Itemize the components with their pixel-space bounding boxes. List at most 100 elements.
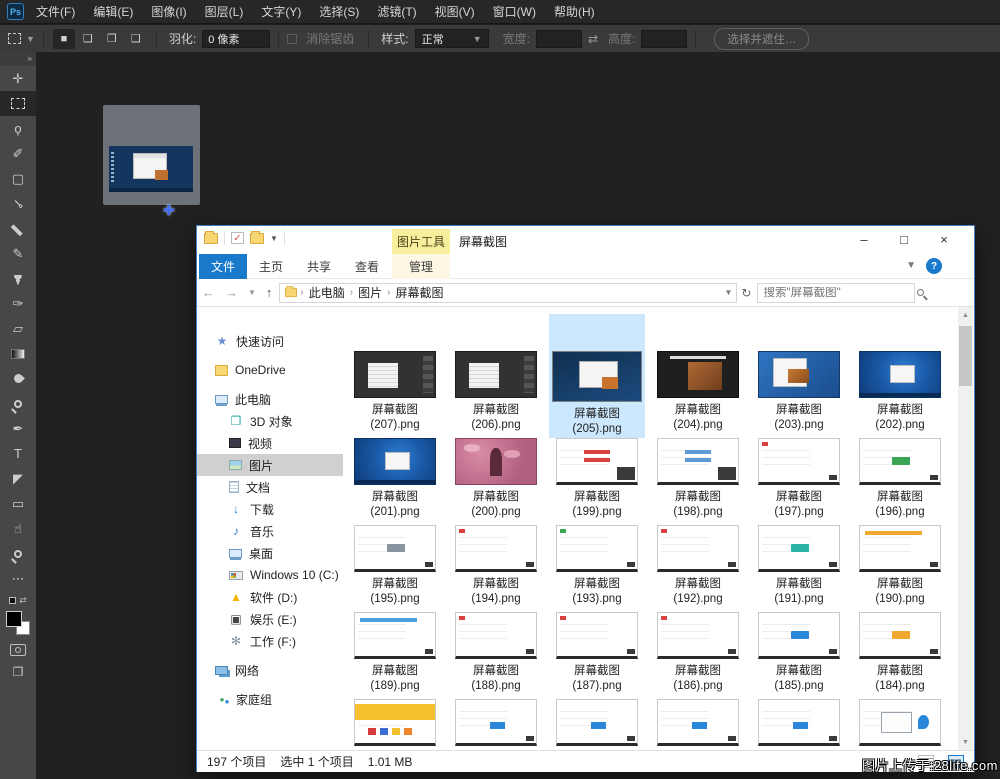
refresh-icon[interactable]: ↻ [741, 286, 751, 300]
file-item[interactable]: 屏幕截图(185).png [751, 612, 847, 699]
recent-locations-chevron-icon[interactable]: ▼ [248, 288, 256, 297]
new-selection-button[interactable]: ■ [53, 29, 75, 49]
sidebar-item-folder[interactable]: OneDrive [197, 359, 343, 381]
lasso-tool[interactable]: ϙ [0, 116, 36, 141]
menu-item[interactable]: 选择(S) [317, 1, 361, 22]
sidebar-item-video[interactable]: 视频 [197, 432, 343, 454]
more-tools[interactable]: ⋯ [0, 566, 36, 591]
brush-tool[interactable]: ✎ [0, 241, 36, 266]
foreground-background-swatches[interactable] [6, 611, 30, 635]
file-item[interactable] [852, 699, 948, 750]
file-item[interactable]: 屏幕截图(202).png [852, 351, 948, 438]
eyedropper-tool[interactable]: ⊸ [0, 191, 36, 216]
file-item[interactable]: 屏幕截图(207).png [347, 351, 443, 438]
sidebar-item-star[interactable]: 快速访问 [197, 330, 343, 352]
clone-stamp-tool[interactable]: ♟ [0, 266, 36, 291]
folder-icon[interactable] [204, 233, 218, 244]
height-input[interactable] [641, 30, 687, 48]
search-box[interactable] [757, 283, 915, 303]
screen-mode-button[interactable]: ❐ [13, 665, 24, 679]
up-icon[interactable]: ↑ [266, 285, 273, 300]
file-item[interactable]: 屏幕截图(192).png [650, 525, 746, 612]
path-selection-tool[interactable]: ◤ [0, 466, 36, 491]
file-item[interactable] [650, 699, 746, 750]
feather-input[interactable] [202, 30, 270, 48]
add-to-selection-button[interactable]: ❏ [77, 29, 99, 49]
eraser-tool[interactable]: ▱ [0, 316, 36, 341]
rectangle-tool[interactable]: ▭ [0, 491, 36, 516]
file-item[interactable]: 屏幕截图(191).png [751, 525, 847, 612]
foreground-color-swatch[interactable] [6, 611, 22, 627]
move-tool[interactable]: ✛ [0, 66, 36, 91]
tab-home[interactable]: 主页 [247, 254, 295, 279]
maximize-button[interactable]: □ [884, 226, 924, 252]
sidebar-item-download[interactable]: 下载 [197, 498, 343, 520]
file-item[interactable]: 屏幕截图(199).png [549, 438, 645, 525]
file-item[interactable]: 屏幕截图(186).png [650, 612, 746, 699]
hand-tool[interactable]: ☝ [0, 516, 36, 541]
address-dropdown-chevron-icon[interactable]: ▼ [725, 288, 733, 297]
close-button[interactable]: × [924, 226, 964, 252]
history-brush-tool[interactable]: ✑ [0, 291, 36, 316]
canvas-board[interactable] [103, 105, 200, 205]
file-item[interactable] [347, 699, 443, 750]
file-item[interactable]: 屏幕截图(196).png [852, 438, 948, 525]
intersect-selection-button[interactable]: ❑ [125, 29, 147, 49]
menu-item[interactable]: 文件(F) [34, 1, 77, 22]
crop-tool[interactable]: ▢ [0, 166, 36, 191]
zoom-tool[interactable] [0, 541, 36, 566]
file-item[interactable]: 屏幕截图(198).png [650, 438, 746, 525]
sidebar-item-drive-gdrive[interactable]: 软件 (D:) [197, 586, 343, 608]
sidebar-item-drive-work[interactable]: 工作 (F:) [197, 630, 343, 652]
collapse-panel-icon[interactable]: » [0, 52, 36, 66]
sidebar-item-3d[interactable]: 3D 对象 [197, 410, 343, 432]
quick-selection-tool[interactable]: ✐ [0, 141, 36, 166]
sidebar-item-drive-win[interactable]: Windows 10 (C:) [197, 564, 343, 586]
breadcrumb-this-pc[interactable]: 此电脑 [309, 284, 345, 301]
file-item[interactable] [549, 699, 645, 750]
spot-healing-brush-tool[interactable]: ▬ [0, 216, 36, 241]
file-item[interactable]: 屏幕截图(187).png [549, 612, 645, 699]
sidebar-item-desktop[interactable]: 桌面 [197, 542, 343, 564]
sidebar-item-drive-media[interactable]: 娱乐 (E:) [197, 608, 343, 630]
file-item[interactable]: 屏幕截图(200).png [448, 438, 544, 525]
menu-item[interactable]: 视图(V) [433, 1, 477, 22]
search-input[interactable] [763, 287, 917, 299]
tab-view[interactable]: 查看 [343, 254, 391, 279]
sidebar-item-pc[interactable]: 此电脑 [197, 388, 343, 410]
forward-icon[interactable]: → [225, 285, 238, 300]
tab-file[interactable]: 文件 [199, 254, 247, 279]
file-item[interactable]: 屏幕截图(189).png [347, 612, 443, 699]
sidebar-item-homegroup[interactable]: 家庭组 [197, 688, 343, 710]
file-item[interactable]: 屏幕截图(205).png [549, 351, 645, 438]
scroll-up-icon[interactable]: ▲ [958, 307, 973, 323]
gradient-tool[interactable] [0, 341, 36, 366]
file-item[interactable] [751, 699, 847, 750]
tool-preset-picker[interactable]: ▼ [8, 33, 35, 44]
picture-tools-contextual-tab[interactable]: 图片工具 [392, 229, 450, 254]
scrollbar[interactable]: ▲ ▼ [958, 307, 973, 750]
search-icon[interactable] [917, 289, 924, 296]
properties-check-icon[interactable]: ✓ [231, 232, 244, 244]
file-item[interactable]: 屏幕截图(203).png [751, 351, 847, 438]
file-item[interactable] [448, 699, 544, 750]
minimize-button[interactable]: – [844, 226, 884, 252]
type-tool[interactable]: T [0, 441, 36, 466]
help-icon[interactable]: ? [926, 258, 942, 274]
antialias-checkbox[interactable] [287, 34, 297, 44]
menu-item[interactable]: 文字(Y) [259, 1, 303, 22]
sidebar-item-doc[interactable]: 文档 [197, 476, 343, 498]
menu-item[interactable]: 滤镜(T) [375, 1, 418, 22]
sidebar-item-network[interactable]: 网络 [197, 659, 343, 681]
customize-qat-chevron-icon[interactable]: ▼ [270, 234, 278, 243]
pen-tool[interactable]: ✒ [0, 416, 36, 441]
style-select[interactable]: 正常▼ [415, 29, 489, 48]
back-icon[interactable]: ← [202, 285, 215, 300]
subtract-from-selection-button[interactable]: ❐ [101, 29, 123, 49]
scroll-down-icon[interactable]: ▼ [958, 734, 973, 750]
address-bar[interactable]: ›此电脑 ›图片 ›屏幕截图 ▼ [279, 283, 737, 303]
breadcrumb-screenshots[interactable]: 屏幕截图 [395, 284, 443, 301]
select-and-mask-button[interactable]: 选择并遮住… [714, 28, 809, 50]
tab-share[interactable]: 共享 [295, 254, 343, 279]
scrollbar-thumb[interactable] [959, 326, 972, 386]
